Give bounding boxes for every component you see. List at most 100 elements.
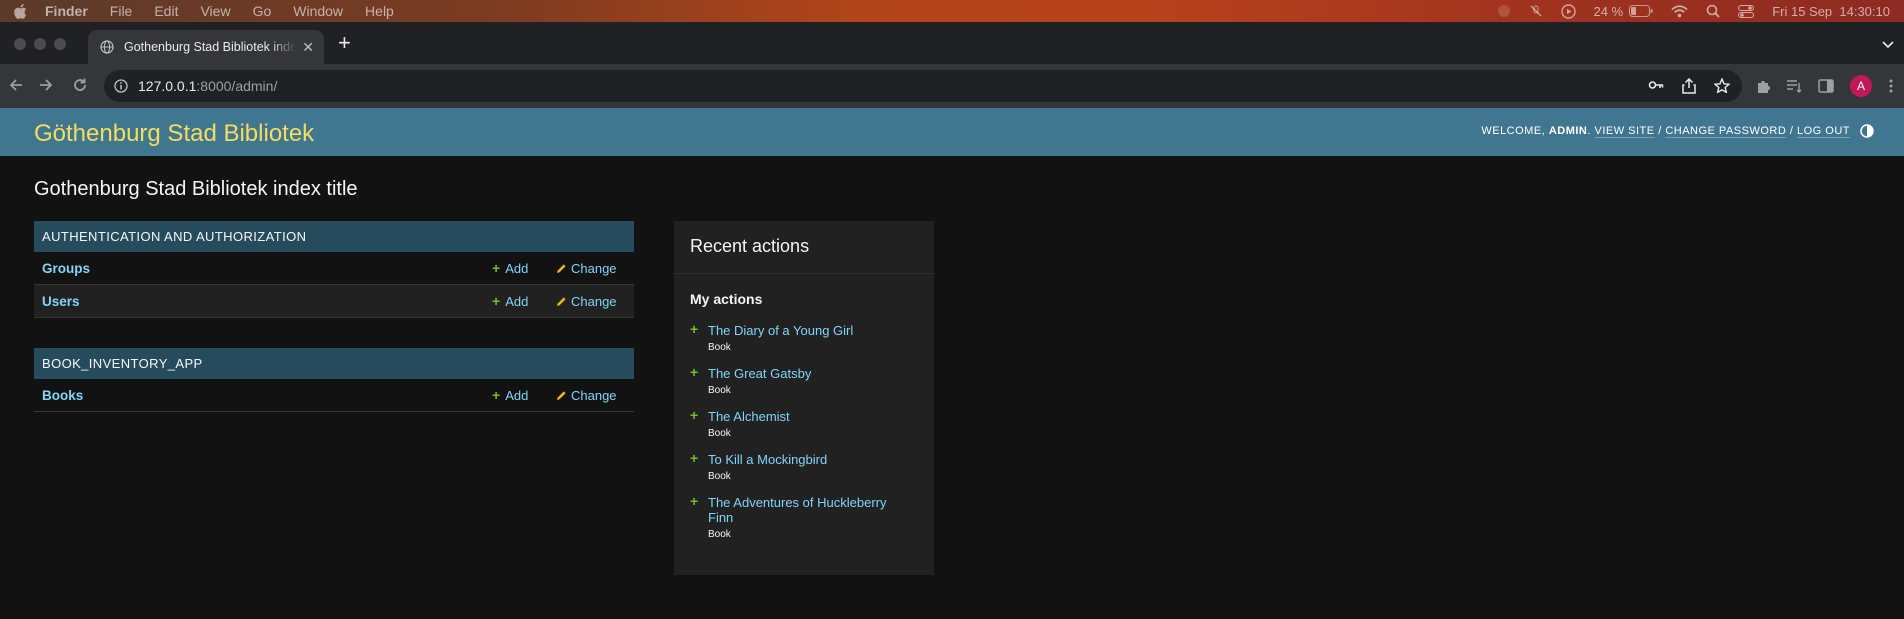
menu-go[interactable]: Go: [253, 3, 272, 19]
window-minimize-button[interactable]: [34, 38, 46, 50]
add-plus-icon: +: [492, 260, 501, 276]
model-link-users[interactable]: Users: [42, 294, 80, 309]
add-label: Add: [505, 261, 529, 276]
add-link[interactable]: + Add: [492, 261, 528, 276]
admin-header: Göthenburg Stad Bibliotek Welcome, admin…: [0, 108, 1904, 156]
add-link[interactable]: + Add: [492, 294, 528, 309]
recent-actions-title: Recent actions: [690, 236, 810, 256]
change-password-link[interactable]: Change password: [1665, 125, 1787, 138]
menu-window[interactable]: Window: [293, 3, 343, 19]
view-site-link[interactable]: View site: [1594, 125, 1655, 138]
record-icon[interactable]: [1497, 4, 1511, 18]
site-name-link[interactable]: Göthenburg Stad Bibliotek: [34, 120, 314, 148]
menu-edit[interactable]: Edit: [154, 3, 178, 19]
profile-avatar[interactable]: A: [1850, 75, 1872, 97]
recent-action-link[interactable]: The Alchemist: [708, 409, 908, 424]
share-icon[interactable]: [1682, 77, 1696, 99]
mic-off-icon[interactable]: [1529, 4, 1543, 18]
url-host: 127.0.0.1: [138, 78, 197, 94]
addition-icon: +: [690, 493, 699, 509]
recent-action-link[interactable]: The Diary of a Young Girl: [708, 323, 908, 338]
new-tab-button[interactable]: +: [338, 32, 351, 54]
recent-action-link[interactable]: The Great Gatsby: [708, 366, 908, 381]
addition-icon: +: [690, 450, 699, 466]
macos-menu-bar: Finder File Edit View Go Window Help 24 …: [0, 0, 1904, 22]
my-actions-title: My actions: [690, 291, 763, 307]
menu-file[interactable]: File: [110, 3, 133, 19]
pencil-icon: [556, 296, 567, 307]
app-module-book-inventory: BOOK_INVENTORY_APP Books + Add Change: [34, 348, 634, 412]
tab-close-icon[interactable]: ✕: [302, 40, 314, 54]
recent-action-type: Book: [708, 471, 731, 482]
key-icon[interactable]: [1648, 78, 1664, 99]
page-title: Gothenburg Stad Bibliotek index title: [34, 178, 358, 200]
recent-action-link[interactable]: To Kill a Mockingbird: [708, 452, 908, 467]
address-bar[interactable]: 127.0.0.1:8000/admin/: [104, 70, 1742, 102]
recent-action-type: Book: [708, 342, 731, 353]
url-text[interactable]: 127.0.0.1:8000/admin/: [138, 78, 277, 94]
user-tools-separator: /: [1789, 125, 1794, 137]
extensions-puzzle-icon[interactable]: [1756, 78, 1772, 99]
addition-icon: +: [690, 321, 699, 337]
change-label: Change: [571, 261, 617, 276]
recent-actions-panel: Recent actions My actions + The Diary of…: [674, 221, 934, 575]
tab-title: Gothenburg Stad Bibliotek index title: [124, 40, 296, 54]
spotlight-search-icon[interactable]: [1706, 4, 1720, 18]
change-label: Change: [571, 388, 617, 403]
recent-action-link[interactable]: The Adventures of Huckleberry Finn: [708, 495, 908, 525]
add-plus-icon: +: [492, 293, 501, 309]
browser-menu-icon[interactable]: [1889, 79, 1893, 98]
reading-list-icon[interactable]: [1786, 78, 1802, 99]
battery-icon[interactable]: [1629, 5, 1653, 17]
change-link[interactable]: Change: [556, 294, 617, 309]
wifi-icon[interactable]: [1671, 4, 1688, 18]
side-panel-icon[interactable]: [1818, 78, 1834, 99]
user-tools: Welcome, admin. View site / Change passw…: [1481, 125, 1850, 138]
divider: [674, 273, 934, 274]
model-link-books[interactable]: Books: [42, 388, 83, 403]
theme-toggle-icon[interactable]: [1860, 124, 1874, 143]
add-label: Add: [505, 388, 529, 403]
model-row-books: Books + Add Change: [34, 379, 634, 412]
model-row-users: Users + Add Change: [34, 285, 634, 318]
tab-search-chevron-icon[interactable]: [1882, 36, 1894, 54]
change-link[interactable]: Change: [556, 261, 617, 276]
addition-icon: +: [690, 407, 699, 423]
control-center-icon[interactable]: [1738, 4, 1755, 18]
play-icon[interactable]: [1560, 3, 1576, 19]
recent-action-type: Book: [708, 385, 731, 396]
menu-finder[interactable]: Finder: [45, 3, 88, 19]
recent-action-type: Book: [708, 529, 731, 540]
menubar-clock[interactable]: Fri 15 Sep 14:30:10: [1772, 4, 1890, 19]
browser-tab-active[interactable]: Gothenburg Stad Bibliotek index title ✕: [88, 30, 324, 64]
change-link[interactable]: Change: [556, 388, 617, 403]
pencil-icon: [556, 263, 567, 274]
user-tools-separator: /: [1658, 125, 1662, 137]
window-close-button[interactable]: [14, 38, 26, 50]
recent-action-type: Book: [708, 428, 731, 439]
reload-icon[interactable]: [72, 77, 88, 98]
battery-percent: 24 %: [1593, 3, 1624, 19]
browser-toolbar: 127.0.0.1:8000/admin/ A: [0, 64, 1904, 108]
browser-tab-strip: Gothenburg Stad Bibliotek index title ✕ …: [0, 22, 1904, 64]
module-caption[interactable]: Authentication and Authorization: [34, 221, 634, 252]
menu-view[interactable]: View: [200, 3, 230, 19]
url-path: :8000/admin/: [196, 78, 278, 94]
add-link[interactable]: + Add: [492, 388, 528, 403]
forward-arrow-icon[interactable]: [38, 77, 54, 98]
menu-help[interactable]: Help: [365, 3, 394, 19]
add-label: Add: [505, 294, 529, 309]
bookmark-star-icon[interactable]: [1713, 77, 1731, 99]
model-link-groups[interactable]: Groups: [42, 261, 90, 276]
globe-icon: [100, 40, 114, 54]
model-row-groups: Groups + Add Change: [34, 252, 634, 285]
site-info-icon[interactable]: [114, 79, 128, 93]
window-zoom-button[interactable]: [54, 38, 66, 50]
add-plus-icon: +: [492, 387, 501, 403]
apple-icon[interactable]: [14, 3, 28, 19]
change-label: Change: [571, 294, 617, 309]
module-caption[interactable]: BOOK_INVENTORY_APP: [34, 348, 634, 379]
pencil-icon: [556, 390, 567, 401]
log-out-link[interactable]: Log out: [1796, 125, 1850, 138]
back-arrow-icon[interactable]: [8, 77, 24, 98]
